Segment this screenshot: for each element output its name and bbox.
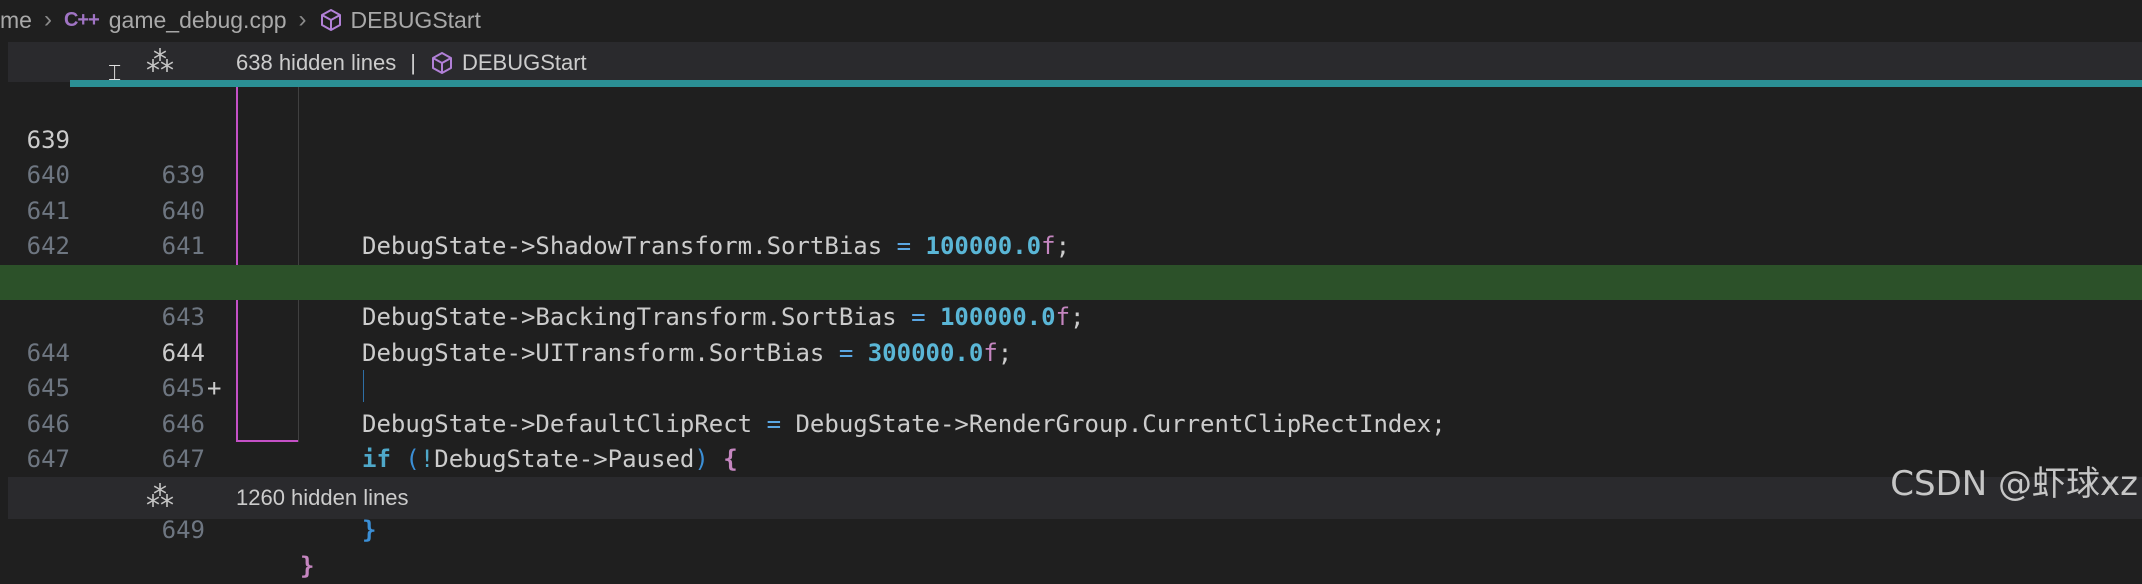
scroll-indicator bbox=[70, 80, 2142, 87]
code-line[interactable]: 639 639 bbox=[0, 87, 2142, 123]
hidden-lines-count[interactable]: 1260 hidden lines bbox=[236, 485, 408, 511]
chevron-right-icon: › bbox=[299, 6, 307, 34]
hidden-lines-symbol[interactable]: DEBUGStart bbox=[462, 50, 587, 76]
breadcrumb-root-label: me bbox=[0, 7, 32, 34]
breadcrumb-file[interactable]: C++ game_debug.cpp bbox=[64, 7, 287, 34]
breadcrumb-root[interactable]: me bbox=[0, 7, 32, 34]
symbol-method-icon bbox=[430, 51, 454, 75]
hidden-lines-info: 638 hidden lines | DEBUGStart bbox=[236, 50, 587, 76]
hidden-lines-bar-top[interactable]: ⁂ 638 hidden lines | DEBUGStart bbox=[8, 42, 2142, 82]
code-line[interactable]: 644 645 bbox=[0, 300, 2142, 336]
block-indent-guide bbox=[363, 370, 364, 402]
breadcrumb-file-label: game_debug.cpp bbox=[109, 7, 287, 34]
code-line[interactable]: 646 647 DebugState->ViewingFrameOrdinal … bbox=[0, 371, 2142, 407]
code-line[interactable]: 648 649 } bbox=[0, 442, 2142, 478]
hidden-lines-bar-bottom[interactable]: ⁂ 1260 hidden lines bbox=[8, 477, 2142, 519]
code-line[interactable]: 647 648 } bbox=[0, 407, 2142, 443]
expand-unchanged-icon[interactable]: ⁂ bbox=[146, 484, 172, 510]
hidden-lines-info: 1260 hidden lines bbox=[236, 485, 408, 511]
hidden-lines-count[interactable]: 638 hidden lines bbox=[236, 50, 396, 76]
separator: | bbox=[410, 50, 416, 76]
code-line[interactable]: 642 642 DebugState->BackingTransform.Sor… bbox=[0, 194, 2142, 230]
added-code-line[interactable]: 644 + DebugState->DefaultClipRect = Debu… bbox=[0, 265, 2142, 301]
code-text: } bbox=[300, 549, 314, 584]
code-line[interactable]: 645 646 if (!DebugState->Paused) { bbox=[0, 336, 2142, 372]
symbol-method-icon bbox=[319, 8, 343, 32]
code-line[interactable]: 640 640 DebugState->ShadowTransform.Sort… bbox=[0, 123, 2142, 159]
code-area[interactable]: 639 639 640 640 DebugState->ShadowTransf… bbox=[0, 87, 2142, 442]
watermark: CSDN @虾球xz bbox=[1890, 456, 2138, 505]
expand-unchanged-icon[interactable]: ⁂ bbox=[146, 49, 172, 75]
cpp-file-icon: C++ bbox=[64, 9, 99, 32]
code-line[interactable]: 643 643 DebugState->UITransform.SortBias… bbox=[0, 229, 2142, 265]
breadcrumb: me › C++ game_debug.cpp › DEBUGStart bbox=[0, 0, 2142, 40]
breadcrumb-symbol[interactable]: DEBUGStart bbox=[319, 7, 481, 34]
chevron-right-icon: › bbox=[44, 6, 52, 34]
code-line[interactable]: 641 641 DebugState->TextTransform.SortBi… bbox=[0, 158, 2142, 194]
breadcrumb-symbol-label: DEBUGStart bbox=[351, 7, 481, 34]
